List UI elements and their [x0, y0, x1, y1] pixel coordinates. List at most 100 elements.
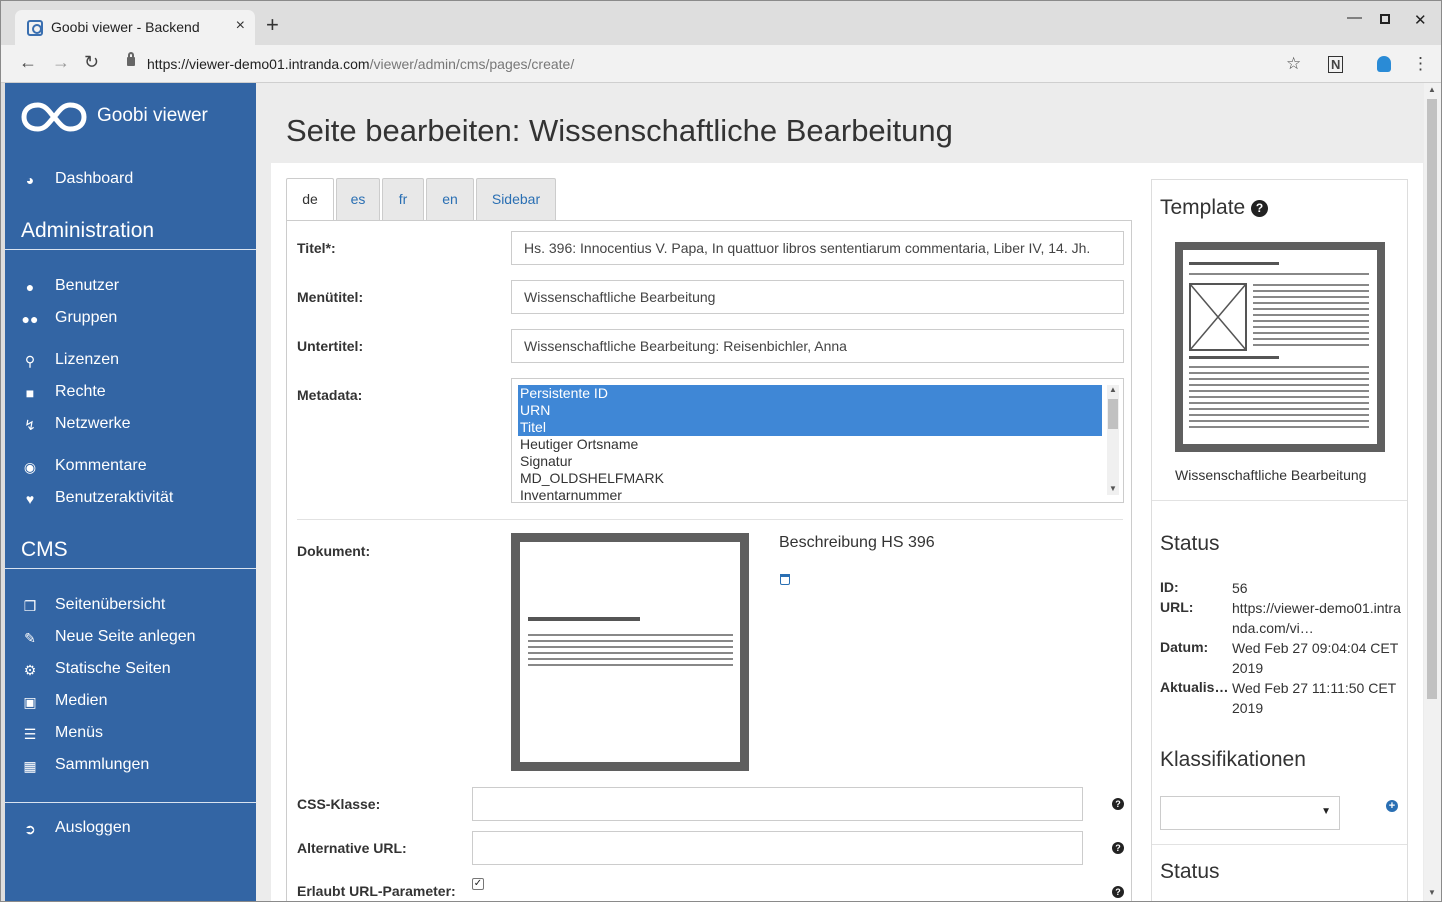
page-scrollbar[interactable]: ▲ ▼ — [1424, 83, 1441, 901]
heartbeat-icon: ♥ — [25, 491, 35, 507]
edit-icon: ✎ — [24, 630, 36, 646]
sidebar-item-seitenuebersicht[interactable]: ❐ Seitenübersicht — [5, 593, 256, 619]
user-icon: ● — [25, 279, 35, 295]
tab-en[interactable]: en — [426, 178, 474, 220]
scroll-down-icon[interactable]: ▼ — [1428, 888, 1436, 897]
sidebar-item-gruppen[interactable]: ●● Gruppen — [5, 306, 256, 332]
metadata-option[interactable]: Heutiger Ortsname — [518, 436, 1102, 453]
sidebar-item-medien[interactable]: ▣ Medien — [5, 689, 256, 715]
status-url-value: https://viewer-demo01.intranda.com/vi… — [1232, 600, 1401, 636]
status-datum-key: Datum: — [1160, 639, 1209, 655]
tab-es[interactable]: es — [336, 178, 380, 220]
sidebar-item-label: Dashboard — [55, 170, 134, 187]
page-scroll-thumb[interactable] — [1427, 99, 1437, 699]
new-tab-button[interactable]: + — [266, 14, 279, 36]
metadata-option[interactable]: Persistente ID — [518, 385, 1102, 402]
reload-icon[interactable]: ↻ — [84, 52, 99, 73]
sidebar-item-netzwerke[interactable]: ↯ Netzwerke — [5, 412, 256, 438]
sidebar-item-label: Kommentare — [55, 457, 147, 474]
tab-fr[interactable]: fr — [382, 178, 424, 220]
help-icon[interactable]: ? — [1112, 798, 1124, 810]
dashboard-icon: ◕ — [25, 172, 35, 188]
template-heading: Template ? — [1160, 196, 1269, 220]
metadata-option[interactable]: URN — [518, 402, 1102, 419]
titel-input[interactable]: Hs. 396: Innocentius V. Papa, In quattuo… — [511, 231, 1124, 265]
status-aktualisiert-key: Aktualis… — [1160, 679, 1229, 695]
sidebar-item-statische-seiten[interactable]: ⚙ Statische Seiten — [5, 657, 256, 683]
untertitel-label: Untertitel: — [297, 338, 364, 354]
sidebar-item-label: Gruppen — [55, 309, 118, 326]
klassifikation-select[interactable]: ▼ — [1160, 796, 1340, 830]
help-icon[interactable]: ? — [1251, 200, 1269, 217]
sidebar-item-sammlungen[interactable]: ▦ Sammlungen — [5, 753, 256, 779]
divider — [5, 568, 256, 569]
menutitel-input[interactable]: Wissenschaftliche Bearbeitung — [511, 280, 1124, 314]
listbox-scrollbar[interactable]: ▲ ▼ — [1107, 385, 1119, 495]
metadata-option[interactable]: MD_OLDSHELFMARK — [518, 470, 1102, 487]
sidebar-item-dashboard[interactable]: ◕ Dashboard — [5, 167, 256, 193]
scroll-down-icon[interactable]: ▼ — [1109, 484, 1117, 493]
sidebar-item-rechte[interactable]: ■ Rechte — [5, 380, 256, 406]
minimize-icon[interactable]: — — [1347, 9, 1362, 26]
window-close-icon[interactable]: ✕ — [1414, 11, 1427, 29]
sidebar-item-label: Neue Seite anlegen — [55, 628, 196, 645]
scroll-up-icon[interactable]: ▲ — [1109, 385, 1117, 394]
template-layout-icon — [1189, 262, 1369, 428]
metadata-label: Metadata: — [297, 387, 363, 403]
section-heading-cms: CMS — [21, 538, 68, 561]
untertitel-input[interactable]: Wissenschaftliche Bearbeitung: Reisenbic… — [511, 329, 1124, 363]
status-id-key: ID: — [1160, 579, 1179, 595]
lock-icon: ■ — [25, 385, 35, 401]
alternative-url-input[interactable] — [472, 831, 1083, 865]
section-heading-administration: Administration — [21, 219, 155, 242]
metadata-listbox[interactable]: Persistente ID URN Titel Heutiger Ortsna… — [511, 378, 1124, 503]
metadata-option[interactable]: Inventarnummer — [518, 487, 1102, 502]
sidebar-item-label: Benutzeraktivität — [55, 489, 174, 506]
status-heading: Status — [1160, 532, 1220, 555]
menu-dots-icon[interactable]: ⋮ — [1412, 54, 1429, 74]
sidebar-item-benutzeraktivitaet[interactable]: ♥ Benutzeraktivität — [5, 486, 256, 512]
scroll-up-icon[interactable]: ▲ — [1428, 85, 1436, 94]
sidebar-item-neue-seite[interactable]: ✎ Neue Seite anlegen — [5, 625, 256, 651]
template-thumbnail[interactable] — [1175, 242, 1385, 452]
bars-icon: ☰ — [23, 726, 37, 742]
profile-icon[interactable] — [1377, 56, 1391, 72]
tab-sidebar[interactable]: Sidebar — [476, 178, 556, 220]
metadata-option[interactable]: Titel — [518, 419, 1102, 436]
url-parameter-checkbox[interactable]: ✓ — [472, 878, 484, 890]
document-thumbnail[interactable] — [511, 533, 749, 771]
sidebar-item-benutzer[interactable]: ● Benutzer — [5, 274, 256, 300]
main-content: Seite bearbeiten: Wissenschaftliche Bear… — [256, 83, 1424, 901]
help-icon[interactable]: ? — [1112, 886, 1124, 898]
extension-n-icon[interactable]: N — [1328, 56, 1344, 73]
help-icon[interactable]: ? — [1112, 842, 1124, 854]
address-bar[interactable]: https://viewer-demo01.intranda.com/viewe… — [113, 50, 1313, 78]
document-name: Beschreibung HS 396 — [779, 534, 935, 551]
css-klasse-input[interactable] — [472, 787, 1083, 821]
brand-name: Goobi viewer — [97, 105, 208, 126]
sidebar-item-menues[interactable]: ☰ Menüs — [5, 721, 256, 747]
star-icon[interactable]: ☆ — [1286, 54, 1301, 74]
pages-icon: ❐ — [23, 598, 37, 614]
sidebar-item-ausloggen[interactable]: ➲ Ausloggen — [5, 816, 256, 842]
collections-icon: ▦ — [23, 758, 37, 774]
url-parameter-label: Erlaubt URL-Parameter: — [297, 883, 456, 899]
browser-toolbar: ← → ↻ https://viewer-demo01.intranda.com… — [1, 45, 1441, 83]
browser-tab[interactable]: Goobi viewer - Backend × — [15, 10, 255, 46]
sidebar-item-kommentare[interactable]: ◉ Kommentare — [5, 454, 256, 480]
metadata-option[interactable]: Signatur — [518, 453, 1102, 470]
page-title: Seite bearbeiten: Wissenschaftliche Bear… — [286, 113, 953, 148]
tab-de[interactable]: de — [286, 178, 334, 221]
css-klasse-label: CSS-Klasse: — [297, 796, 381, 812]
tab-close-icon[interactable]: × — [236, 17, 245, 35]
back-icon[interactable]: ← — [19, 52, 37, 73]
maximize-icon[interactable] — [1380, 14, 1390, 24]
scroll-thumb[interactable] — [1108, 399, 1118, 429]
trash-icon[interactable] — [780, 574, 790, 585]
sidebar-item-label: Benutzer — [55, 277, 120, 294]
sidebar-item-lizenzen[interactable]: ⚲ Lizenzen — [5, 348, 256, 374]
menutitel-label: Menütitel: — [297, 289, 364, 305]
forward-icon[interactable]: → — [52, 52, 70, 73]
add-circle-icon[interactable]: + — [1386, 800, 1398, 812]
lock-icon — [127, 52, 135, 66]
